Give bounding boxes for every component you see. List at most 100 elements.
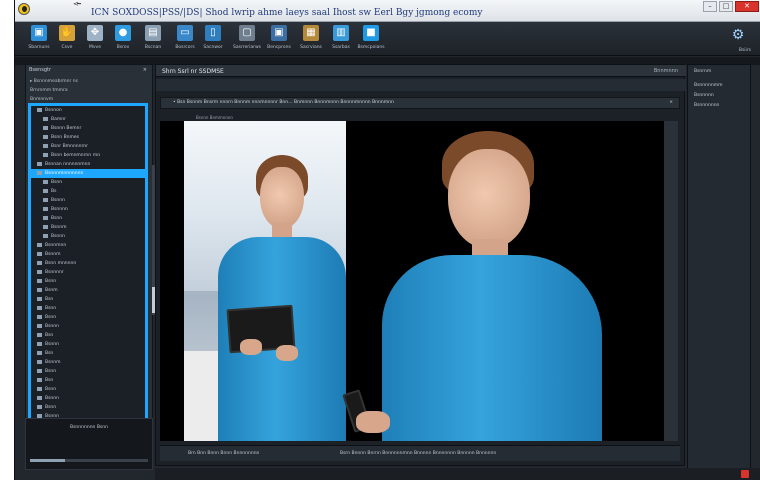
tree-item[interactable]: Bsnn (31, 403, 145, 412)
tree-item[interactable]: Bsnnn (31, 232, 145, 241)
tree-item-label: Bs (51, 189, 57, 194)
image-canvas[interactable] (160, 121, 664, 441)
tray-icon[interactable] (741, 470, 749, 478)
minimize-button[interactable]: – (703, 1, 717, 12)
toolbar-button[interactable]: ▤ Bscnan (139, 24, 167, 54)
preview-progress[interactable] (30, 459, 148, 462)
tree-item[interactable]: Bsnnn (31, 394, 145, 403)
toolbar-button[interactable]: ✥ Mvve (81, 24, 109, 54)
tree-item[interactable]: Bsnn (31, 214, 145, 223)
explorer-title: Bsensgtr (29, 67, 52, 73)
person-hand (276, 345, 298, 361)
tree-item[interactable]: Bamnr (31, 115, 145, 124)
toolbar-button[interactable]: ▢ Sasrreriarws (233, 24, 261, 54)
tree-item-label: Bsnnan nnnnnnmnn (45, 162, 91, 167)
explorer-tree: Bsnnon Bamnr Bsnnn Bemnr Bsnn Bnmes Bsnr Bmn… (28, 103, 148, 453)
properties-header: Bsnrnm (694, 69, 712, 74)
document-tool-label[interactable]: Bnnmnnn (654, 68, 678, 74)
tree-item[interactable]: Bsnnnmnnnnnnn (31, 169, 145, 178)
toolbar-button[interactable]: ■ Bsmcpoians (357, 24, 385, 54)
explorer-close-icon[interactable]: × (143, 67, 147, 73)
window-title: ICN SOXDOSS|PSS/|DS| Shod lwrip ahme lae… (91, 8, 483, 18)
tree-item-label: Bamnr (51, 117, 66, 122)
tree-item[interactable]: Bsnnn (31, 322, 145, 331)
tree-item[interactable]: Bsnn (31, 313, 145, 322)
tree-item[interactable]: Bsnn (31, 178, 145, 187)
tree-item[interactable]: Bsnn (31, 304, 145, 313)
preview-progress-fill (30, 459, 66, 462)
tree-item[interactable]: Bsn (31, 331, 145, 340)
toolbar-button[interactable]: ▯ Sacnwor (199, 24, 227, 54)
tree-item[interactable]: Bsnnnn (31, 205, 145, 214)
tree-item[interactable]: Bsnnnnr (31, 268, 145, 277)
tree-item[interactable]: Bsnn mnnnnn (31, 259, 145, 268)
folder-icon: ▦ (303, 25, 319, 41)
tree-item-label: Bsnn (45, 279, 57, 284)
photo-right[interactable] (336, 121, 656, 441)
tree-item[interactable]: Bsnn Bnmes (31, 133, 145, 142)
toolbar-button[interactable]: ● Bsrov (109, 24, 137, 54)
tree-item[interactable]: Bsnm (31, 286, 145, 295)
tree-list: Bsnnon Bamnr Bsnnn Bemnr Bsnn Bnmes Bsnr Bmn… (31, 106, 145, 430)
bottom-strip (155, 468, 760, 480)
window-controls: – □ ✕ (703, 1, 759, 12)
file-icon (43, 215, 48, 220)
tree-item[interactable]: Bsnn (31, 385, 145, 394)
tree-item[interactable]: Bs (31, 187, 145, 196)
toolbar-button-label: Sacnwor (203, 45, 223, 50)
properties-row[interactable]: Bsnnnnnmm (694, 83, 722, 88)
tree-item[interactable]: Bsnnm (31, 223, 145, 232)
tree-item[interactable]: Bsnnm (31, 358, 145, 367)
tree-item[interactable]: Bsnnan nnnnnnmnn (31, 160, 145, 169)
tree-item-label: Bsnnn (51, 198, 65, 203)
tree-item[interactable]: Bsn (31, 376, 145, 385)
tree-item-label: Bsnnmnn (45, 243, 67, 248)
properties-row[interactable]: Bsnnnnn (694, 93, 714, 98)
tree-item[interactable]: Bsnr Bmnnnnrnr (31, 142, 145, 151)
file-icon (37, 161, 42, 166)
photo-left[interactable] (184, 121, 346, 441)
canvas-scrollbar[interactable] (664, 121, 678, 441)
document-path-bar[interactable]: • Bsn Bsnnm Bnsrm nnnrn Bnnnm nnnmnnnnr … (160, 97, 680, 109)
path-close-icon[interactable]: × (669, 98, 673, 108)
tree-item[interactable]: Bsnnn Bemnr (31, 124, 145, 133)
tree-item[interactable]: Bsnnn (31, 340, 145, 349)
file-icon (37, 332, 42, 337)
close-button[interactable]: ✕ (735, 1, 759, 12)
tree-item-label: Bsn (45, 378, 54, 383)
file-icon (43, 188, 48, 193)
toolbar-button[interactable]: ▭ Bosrcors (171, 24, 199, 54)
tree-item[interactable]: Bsnn (31, 367, 145, 376)
tree-item-label: Bsnn (51, 216, 63, 221)
toolbar-button[interactable]: ▣ Bencprons (265, 24, 293, 54)
tree-item-label: Bsnn (45, 405, 57, 410)
move-icon: ✥ (87, 25, 103, 41)
globe-icon: ● (115, 25, 131, 41)
tree-item[interactable]: Bsn (31, 349, 145, 358)
toolbar-button[interactable]: ✋ Csve (53, 24, 81, 54)
file-icon (37, 323, 42, 328)
maximize-button[interactable]: □ (719, 1, 733, 12)
properties-row[interactable]: Bsnnnnnnn (694, 103, 719, 108)
device-icon: ▥ (333, 25, 349, 41)
toolbar-button-label: Bscnan (144, 45, 162, 50)
tree-item[interactable]: Bsnnn (31, 196, 145, 205)
toolbar-button[interactable]: ▦ Sacrvians (297, 24, 325, 54)
toolbar-button[interactable]: ▣ Sbarnuns (25, 24, 53, 54)
settings-label: Bsiirs (738, 48, 751, 53)
tree-item[interactable]: Bsn (31, 295, 145, 304)
file-icon (37, 107, 42, 112)
back-link[interactable]: < ̴̴̴̴̴̴̴ (73, 0, 81, 8)
tree-item[interactable]: Bsnnon (31, 106, 145, 115)
tree-item[interactable]: Bsnnmnn (31, 241, 145, 250)
person-hand (356, 411, 390, 433)
tree-item[interactable]: Bsnn bemnmnrnn rnn (31, 151, 145, 160)
app-logo-icon (18, 3, 30, 15)
file-icon (37, 251, 42, 256)
file-icon (43, 125, 48, 130)
toolbar-button[interactable]: ▥ Ssarbas (327, 24, 355, 54)
tree-item[interactable]: Bsnn (31, 277, 145, 286)
tree-item[interactable]: Bsnnm (31, 250, 145, 259)
image-icon: ▢ (239, 25, 255, 41)
settings-icon[interactable]: ⚙ (729, 26, 747, 44)
